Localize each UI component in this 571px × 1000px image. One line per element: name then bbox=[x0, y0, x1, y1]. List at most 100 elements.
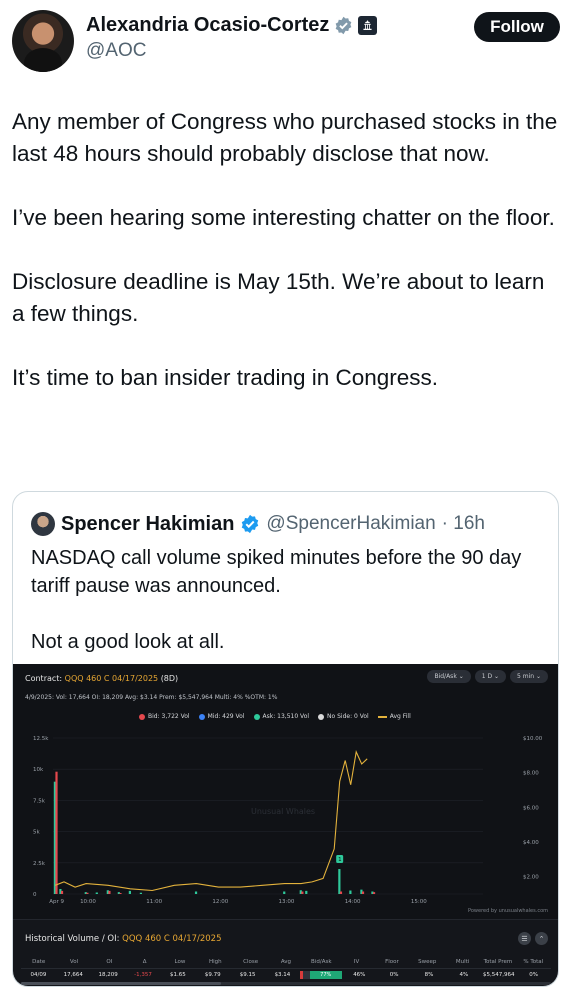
x-tick-label: 14:00 bbox=[345, 899, 361, 904]
contract-days: (8D) bbox=[160, 674, 179, 683]
contract-title: Contract: QQQ 460 C 04/17/2025 (8D) bbox=[25, 674, 179, 683]
bid-volume-bar bbox=[108, 890, 111, 894]
bid-volume-bar bbox=[86, 892, 89, 894]
ask-volume-bar bbox=[139, 892, 143, 894]
ask-volume-bar bbox=[305, 890, 308, 894]
government-badge-icon bbox=[358, 16, 378, 35]
x-tick-label: 10:00 bbox=[80, 899, 96, 904]
tweet-paragraph: It’s time to ban insider trading in Cong… bbox=[12, 365, 439, 390]
table-header-cell[interactable]: Date bbox=[21, 959, 56, 965]
historical-icons: ☰ ⌃ bbox=[518, 932, 548, 945]
quoted-author-handle: @SpencerHakimian bbox=[266, 513, 436, 534]
table-cell: 0% bbox=[529, 971, 538, 978]
historical-contract: QQQ 460 C 04/17/2025 bbox=[122, 934, 222, 944]
annotation-marker-label: 1 bbox=[338, 857, 342, 863]
ask-volume-bar bbox=[95, 892, 98, 894]
quoted-author-avatar bbox=[31, 512, 55, 536]
y-tick-label: 12.5k bbox=[33, 736, 49, 742]
table-cell: $5,547,964 bbox=[482, 971, 515, 978]
quoted-author-name: Spencer Hakimian bbox=[61, 512, 235, 535]
legend-ask: Ask: 13,510 Vol bbox=[253, 713, 309, 720]
bid-volume-bar bbox=[301, 891, 304, 894]
verified-badge-icon bbox=[242, 514, 259, 534]
tweet-header: Alexandria Ocasio-Cortez @AOC Follow bbox=[12, 10, 560, 72]
powered-by-label: Powered by unusualwhales.com bbox=[468, 908, 548, 914]
chart-controls: Bid/Ask ⌄ 1 D ⌄ 5 min ⌄ bbox=[427, 670, 548, 683]
expand-icon[interactable]: ⌃ bbox=[535, 932, 548, 945]
table-cell: $3.14 bbox=[274, 971, 291, 978]
interval-dropdown[interactable]: 5 min ⌄ bbox=[510, 670, 548, 683]
table-header-cell[interactable]: High bbox=[198, 959, 233, 965]
tweet-paragraph: Any member of Congress who purchased sto… bbox=[12, 109, 558, 166]
bid-ask-dropdown[interactable]: Bid/Ask ⌄ bbox=[427, 670, 471, 683]
y2-tick-label: $4.00 bbox=[523, 840, 539, 846]
y2-tick-label: $8.00 bbox=[523, 771, 539, 777]
y-tick-label: 5k bbox=[33, 830, 40, 836]
y2-tick-label: $6.00 bbox=[523, 805, 539, 811]
table-header-cell[interactable]: Δ bbox=[127, 959, 162, 965]
author-avatar[interactable] bbox=[12, 10, 74, 72]
verified-badge-icon bbox=[336, 16, 352, 35]
bid-volume-bar bbox=[60, 890, 64, 894]
tweet-paragraph: I’ve been hearing some interesting chatt… bbox=[12, 205, 555, 230]
quoted-paragraph: Not a good look at all. bbox=[31, 631, 225, 653]
bid-volume-bar bbox=[339, 891, 343, 894]
avg-fill-line bbox=[55, 750, 368, 892]
contract-name: QQQ 460 C 04/17/2025 bbox=[64, 674, 159, 683]
ask-volume-bar bbox=[283, 891, 286, 894]
bid-volume-bar bbox=[372, 892, 376, 894]
table-header-cell[interactable]: OI bbox=[92, 959, 127, 965]
settings-icon[interactable]: ☰ bbox=[518, 932, 531, 945]
table-header-cell[interactable]: Sweep bbox=[410, 959, 445, 965]
options-chart-image[interactable]: Contract: QQQ 460 C 04/17/2025 (8D) Bid/… bbox=[13, 664, 558, 986]
ask-volume-bar bbox=[128, 890, 131, 894]
legend-avgfill: Avg Fill bbox=[377, 713, 411, 720]
table-cell: 0% bbox=[389, 971, 399, 978]
table-header-cell[interactable]: Avg bbox=[268, 959, 303, 965]
contract-stats: 4/9/2025: Vol: 17,664 OI: 18,209 Avg: $3… bbox=[25, 694, 278, 701]
author-name[interactable]: Alexandria Ocasio-Cortez bbox=[86, 14, 329, 37]
legend-bid: Bid: 3,722 Vol bbox=[139, 713, 190, 720]
table-scrollbar[interactable] bbox=[21, 982, 551, 985]
range-dropdown[interactable]: 1 D ⌄ bbox=[474, 670, 507, 683]
table-header-cell[interactable]: Low bbox=[162, 959, 197, 965]
y-tick-label: 10k bbox=[33, 767, 44, 773]
table-header-cell[interactable]: Multi bbox=[445, 959, 480, 965]
quoted-tweet-card[interactable]: Spencer Hakimian @SpencerHakimian · 16h … bbox=[12, 491, 559, 987]
follow-button[interactable]: Follow bbox=[474, 12, 560, 42]
author-handle[interactable]: @AOC bbox=[86, 40, 146, 62]
table-header-cell[interactable]: Floor bbox=[374, 959, 409, 965]
watermark-text: Unusual Whales bbox=[251, 807, 315, 816]
table-cell: 46% bbox=[353, 971, 366, 978]
table-row: 04/09 17,664 18,209 -1,357 $1.65 $9.79 $9.15 $3… bbox=[21, 968, 551, 980]
quoted-tweet-time: · 16h bbox=[441, 513, 485, 534]
bid-volume-bar bbox=[55, 771, 58, 894]
y2-tick-label: $10.00 bbox=[523, 736, 543, 742]
table-header-cell[interactable]: Bid/Ask bbox=[304, 959, 339, 965]
legend-noside: No Side: 0 Vol bbox=[318, 713, 369, 720]
y-tick-label: 7.5k bbox=[33, 798, 46, 804]
table-header-cell[interactable]: Close bbox=[233, 959, 268, 965]
x-tick-label: 11:00 bbox=[146, 899, 162, 904]
y-tick-label: 2.5k bbox=[33, 861, 46, 867]
table-cell: 17,664 bbox=[63, 971, 83, 978]
table-cell: $1.65 bbox=[169, 971, 186, 978]
quoted-tweet-header: Spencer Hakimian @SpencerHakimian · 16h bbox=[31, 512, 485, 536]
table-header-cell[interactable]: % Total bbox=[516, 959, 551, 965]
table-header-cell[interactable]: Vol bbox=[56, 959, 91, 965]
legend-mid: Mid: 429 Vol bbox=[198, 713, 245, 720]
y-tick-label: 0 bbox=[33, 892, 37, 898]
table-header-cell[interactable]: Total Prem bbox=[480, 959, 515, 965]
historical-table: Date Vol OI Δ Low High Close Avg Bid/Ask IV Floor S… bbox=[21, 956, 551, 980]
table-cell: 8% bbox=[424, 971, 434, 978]
table-header-cell[interactable]: IV bbox=[339, 959, 374, 965]
quoted-paragraph: NASDAQ call volume spiked minutes before… bbox=[31, 547, 522, 597]
chart-legend: Bid: 3,722 Vol Mid: 429 Vol Ask: 13,510 … bbox=[139, 713, 411, 720]
ask-volume-bar bbox=[349, 890, 352, 894]
x-tick-label: 15:00 bbox=[411, 899, 427, 904]
table-cell: $9.15 bbox=[239, 971, 256, 978]
table-cell: 77% bbox=[299, 970, 342, 979]
table-cell: -1,357 bbox=[134, 971, 152, 978]
x-tick-label: 13:00 bbox=[279, 899, 295, 904]
historical-panel: Historical Volume / OI: QQQ 460 C 04/17/… bbox=[13, 922, 558, 986]
